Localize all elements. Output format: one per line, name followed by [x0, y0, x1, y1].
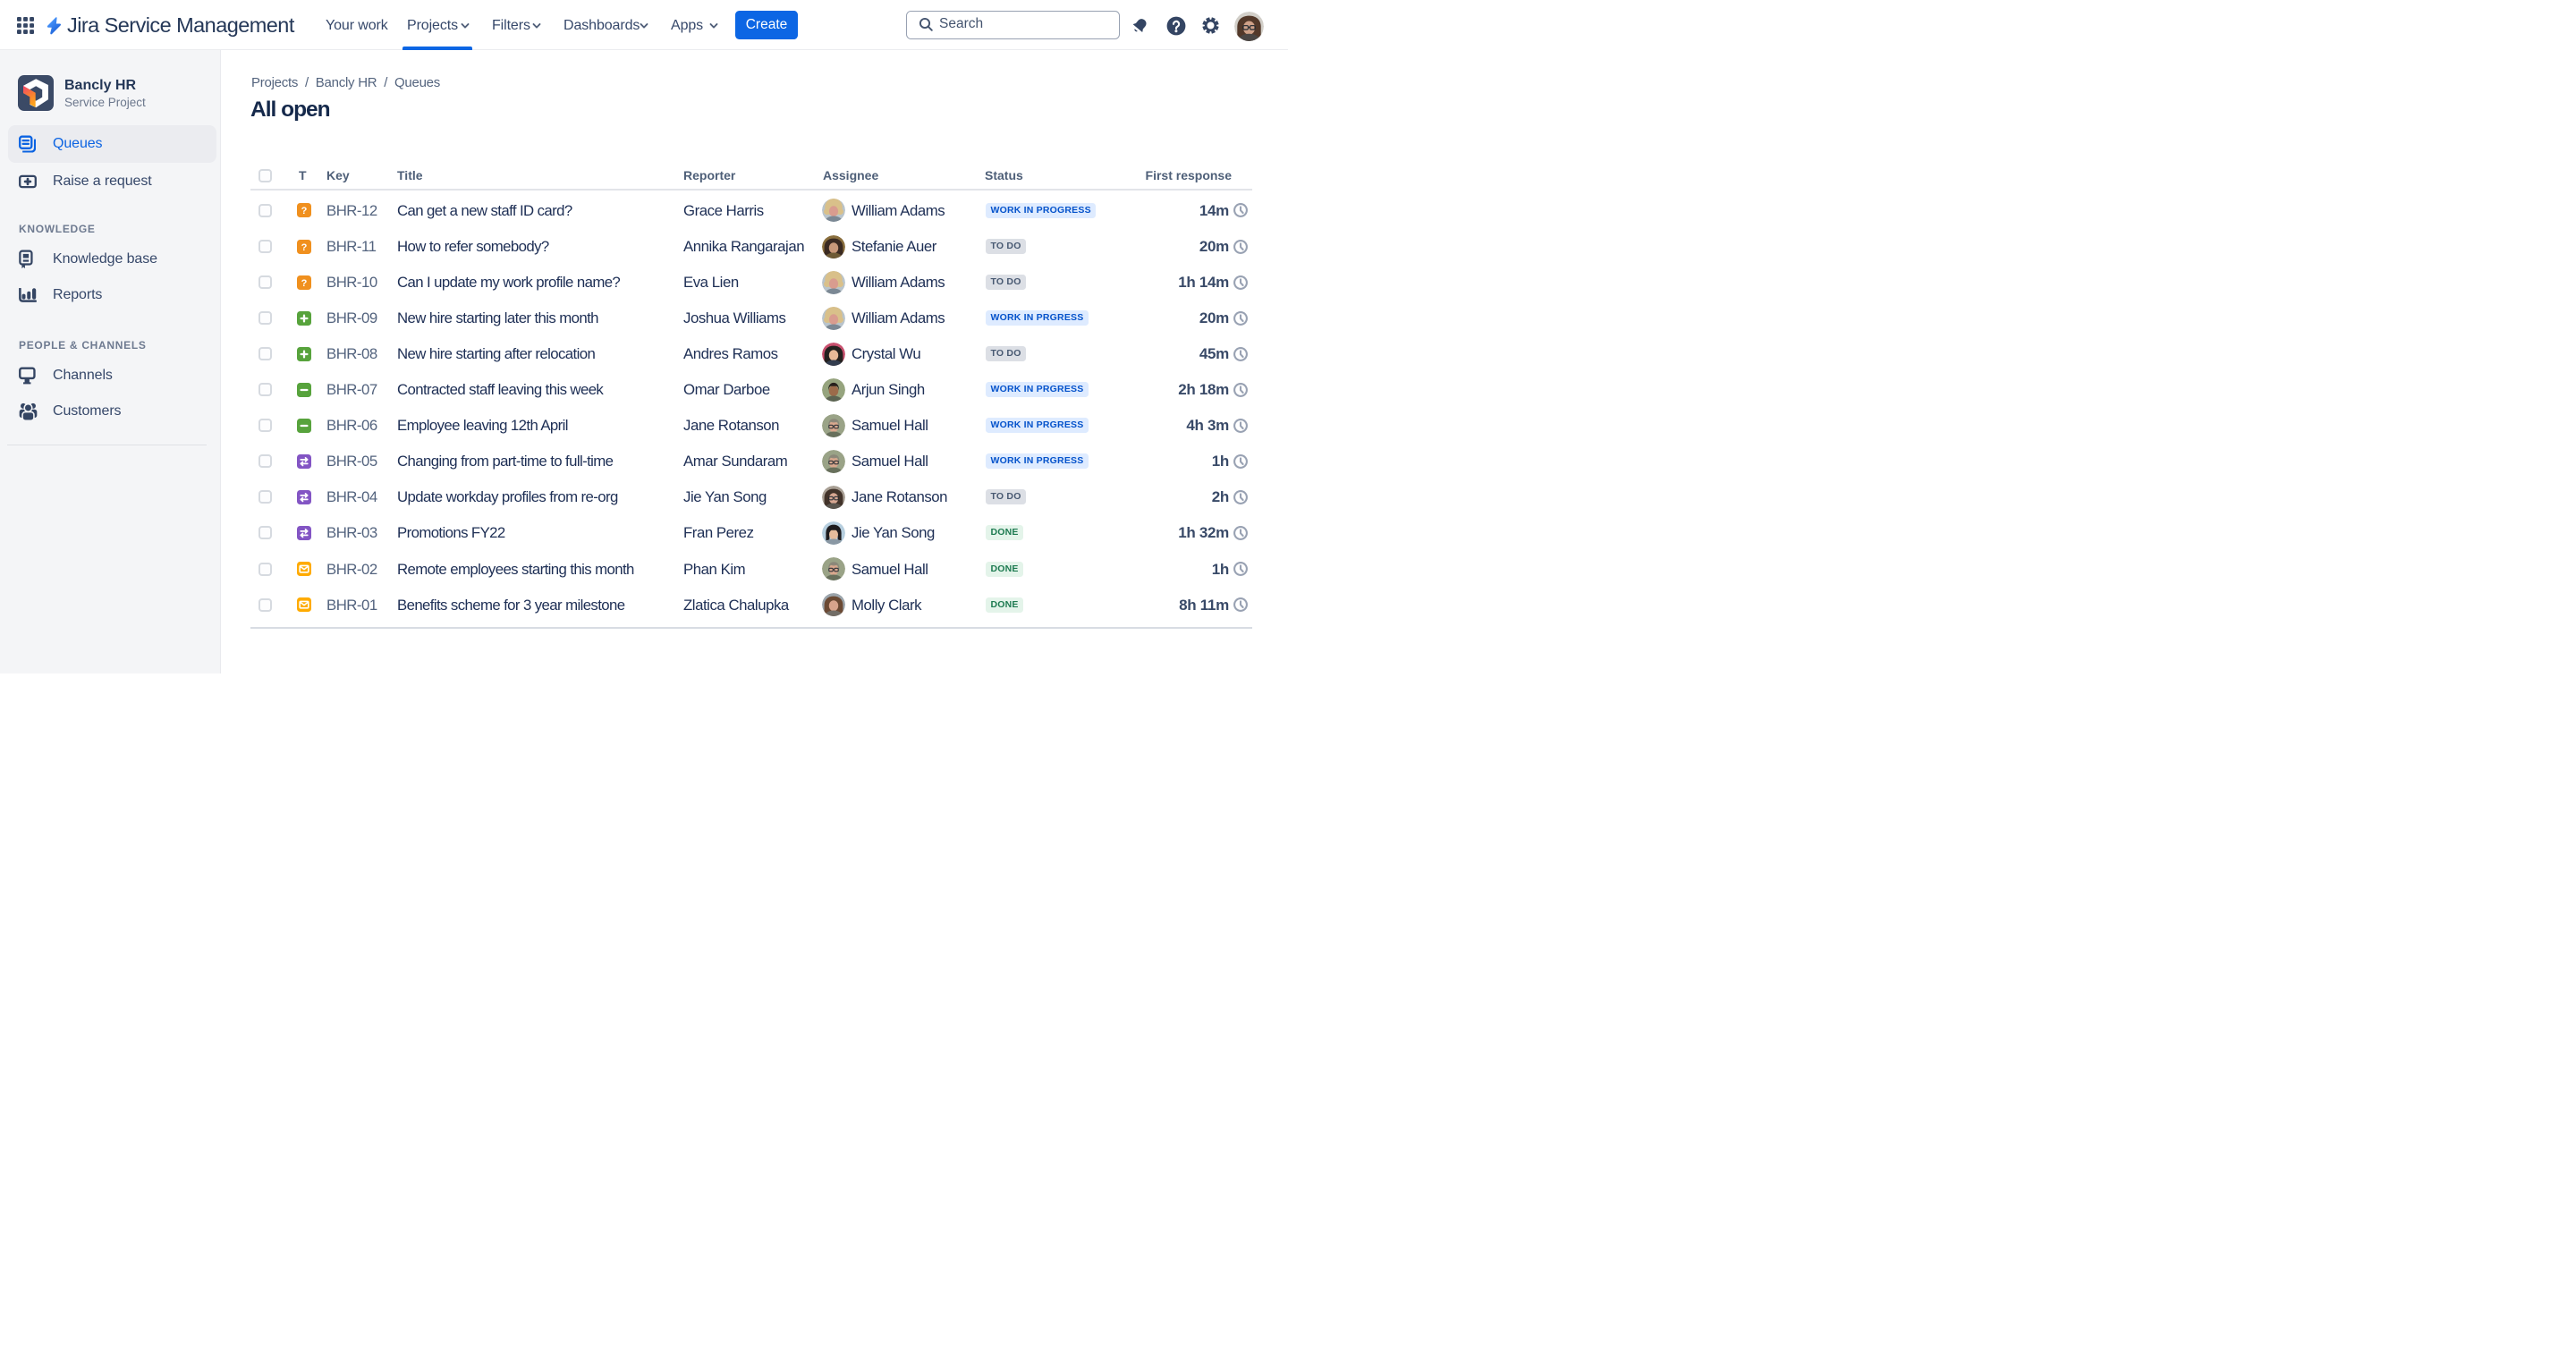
svg-text:?: ? [301, 242, 307, 253]
svg-text:?: ? [301, 206, 307, 216]
svg-text:?: ? [301, 278, 307, 289]
